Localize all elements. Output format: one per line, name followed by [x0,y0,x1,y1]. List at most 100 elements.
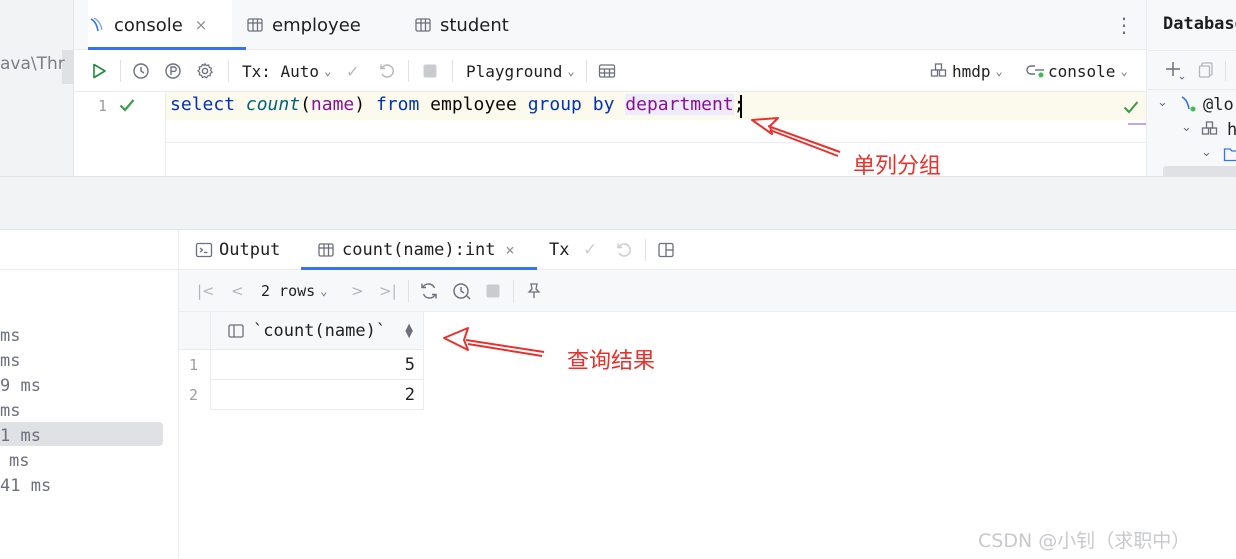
tab-output[interactable]: Output [195,230,280,270]
keyword-select: select [170,94,236,115]
inspection-ok-icon[interactable] [1122,98,1140,116]
toolbar-separator [120,60,121,82]
rollback-icon[interactable] [378,50,396,92]
services-panel-header [0,230,179,270]
session-icon [1026,62,1046,80]
close-icon[interactable]: × [506,241,515,259]
pin-parameters-icon[interactable] [164,50,182,92]
chevron-down-icon: ⌄ [324,64,332,78]
services-panel: ms ms 9 ms ms 1 ms ms 41 ms [0,230,179,559]
terminal-icon [195,241,213,259]
history-icon[interactable] [132,50,150,92]
layout-icon[interactable] [657,230,675,270]
first-page-icon[interactable]: |< [197,270,215,312]
services-item[interactable]: ms [9,451,29,471]
tab-console[interactable]: console × [88,0,246,50]
datasource-label: hmdp [952,61,991,81]
panel-splitter[interactable] [0,176,1236,230]
more-tabs-icon[interactable]: ⋮ [1114,0,1134,50]
table-cell[interactable]: 2 [211,380,424,410]
previous-page-icon[interactable]: < [231,270,244,312]
pin-icon[interactable] [525,270,543,312]
folder-icon [1223,146,1236,162]
annotation-arrow-editor [751,117,841,157]
result-toolbar: |< < 2 rows ⌄ > >| [179,270,1236,312]
copy-icon[interactable] [1197,61,1215,79]
column-header-label: `count(name)` [253,320,387,341]
session-label: console [1048,61,1116,81]
settings-gear-icon[interactable] [196,50,214,92]
function-count: count [245,94,301,115]
chevron-down-icon[interactable]: ⌄ [1181,120,1192,135]
playground-label: Playground [466,61,563,81]
close-icon[interactable]: × [195,16,208,34]
tab-result[interactable]: count(name):int × [317,230,515,270]
tab-student[interactable]: student [414,0,509,50]
chevron-down-icon[interactable]: ⌄ [1201,145,1212,160]
column-header[interactable]: `count(name)` ▲ ▼ [211,312,424,350]
annotation-arrow-result [443,327,545,357]
table-cell[interactable]: 5 [211,350,424,380]
run-icon[interactable] [90,50,108,92]
sql-statement[interactable]: select count(name) from employee group b… [170,94,744,115]
table-icon [317,241,335,259]
chevron-down-icon[interactable]: ⌄ [1157,95,1168,110]
editor-tab-bar: console × employee student ⋮ [74,0,1146,50]
services-item[interactable]: 9 ms [0,376,41,396]
toolbar-separator [452,60,453,82]
last-page-icon[interactable]: >| [379,270,397,312]
schema-icon [1201,120,1221,138]
scrollbar-marker [1128,123,1146,125]
session-dropdown[interactable]: console ⌄ [1026,50,1128,92]
stop-icon[interactable] [422,50,438,92]
keyword-group: group [527,94,582,115]
datasource-icon [930,62,948,80]
db-tree-schema[interactable]: h [1227,120,1236,140]
db-tree-selection [1163,166,1236,176]
datasource-dropdown[interactable]: hmdp ⌄ [930,50,1003,92]
transaction-mode-label: Tx: Auto [242,61,320,81]
mysql-datasource-icon [1179,94,1199,114]
output-tab-bar: Output count(name):int × Tx ✓ [179,230,1236,270]
table-view-icon[interactable] [598,50,616,92]
console-icon [88,16,106,34]
line-number: 1 [98,97,108,115]
query-history-icon[interactable] [452,270,472,312]
commit-check-icon[interactable]: ✓ [346,50,359,92]
keyword-by: by [592,94,615,115]
transaction-mode-dropdown[interactable]: Tx: Auto ⌄ [242,50,331,92]
stop-icon[interactable] [485,270,501,312]
chevron-down-icon: ⌄ [320,284,328,298]
services-item[interactable]: ms [0,326,20,346]
result-grid: `count(name)` ▲ ▼ 1 5 2 2 [179,312,425,410]
services-item[interactable]: ms [0,351,20,371]
row-number: 1 [179,350,211,380]
services-item[interactable]: 41 ms [0,476,51,496]
next-page-icon[interactable]: > [351,270,364,312]
db-tree-datasource[interactable]: @lo [1203,95,1234,115]
column-name: name [310,94,355,115]
tab-employee[interactable]: employee [246,0,361,50]
chevron-down-icon: ⌄ [995,64,1003,78]
refresh-icon[interactable] [419,270,439,312]
playground-dropdown[interactable]: Playground ⌄ [466,50,575,92]
toolbar-separator [408,60,409,82]
database-panel-toolbar [1147,50,1236,90]
rollback-icon[interactable] [615,230,633,270]
sort-icon[interactable]: ▲ ▼ [405,323,413,340]
sql-editor[interactable]: 1 select count(name) from employee group… [74,92,1188,176]
paren-close: ) [354,94,366,115]
row-count-dropdown[interactable]: 2 rows ⌄ [261,270,327,312]
commit-check-icon[interactable]: ✓ [583,230,597,270]
annotation-group-by: 单列分组 [853,154,942,179]
add-icon[interactable] [1163,59,1185,81]
transaction-mode-dropdown[interactable]: Tx [549,230,569,270]
services-item[interactable]: ms [0,401,20,421]
project-path-fragment[interactable]: ava\Thr [0,54,65,74]
toolbar-separator [228,60,229,82]
services-item[interactable]: 1 ms [0,426,41,446]
toolbar-separator [408,280,409,302]
transaction-label: Tx [549,240,570,260]
chevron-down-icon: ⌄ [1120,64,1128,78]
table-icon [414,16,432,34]
